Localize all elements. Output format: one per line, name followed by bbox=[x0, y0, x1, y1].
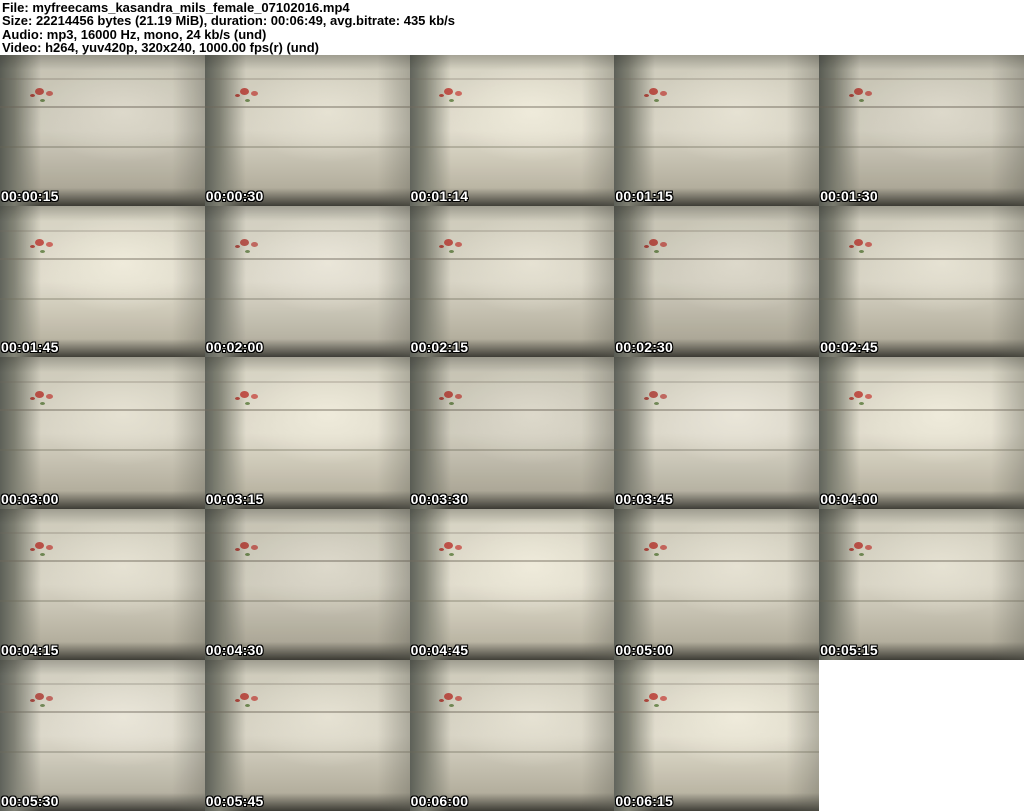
video-thumbnail: 00:02:00 bbox=[204, 206, 410, 358]
timestamp-label: 00:02:45 bbox=[820, 339, 878, 356]
timestamp-label: 00:02:00 bbox=[205, 339, 264, 356]
video-thumbnail: 00:05:00 bbox=[614, 508, 820, 660]
thumbnail-placeholder bbox=[819, 508, 1024, 660]
thumbnail-placeholder bbox=[0, 206, 205, 358]
thumbnail-placeholder bbox=[819, 55, 1024, 207]
timestamp-label: 00:00:15 bbox=[1, 188, 59, 205]
video-thumbnail: 00:04:45 bbox=[409, 508, 615, 660]
audio-info-line: Audio: mp3, 16000 Hz, mono, 24 kb/s (und… bbox=[2, 26, 267, 42]
thumbnail-placeholder bbox=[409, 508, 615, 660]
timestamp-label: 00:04:00 bbox=[820, 490, 878, 507]
timestamp-label: 00:05:30 bbox=[1, 792, 59, 809]
timestamp-label: 00:05:45 bbox=[205, 792, 264, 809]
file-metadata-header: File: myfreecams_kasandra_mils_female_07… bbox=[0, 0, 1024, 55]
video-thumbnail: 00:06:00 bbox=[409, 659, 615, 811]
thumbnail-placeholder bbox=[0, 357, 205, 509]
timestamp-label: 00:01:15 bbox=[615, 188, 674, 205]
thumbnail-placeholder bbox=[614, 206, 820, 358]
video-thumbnail: 00:02:15 bbox=[409, 206, 615, 358]
video-thumbnail: 00:00:30 bbox=[204, 55, 410, 207]
timestamp-label: 00:01:45 bbox=[1, 339, 59, 356]
timestamp-label: 00:03:30 bbox=[410, 490, 469, 507]
thumbnail-placeholder bbox=[204, 206, 410, 358]
thumbnail-placeholder bbox=[614, 357, 820, 509]
video-info-line: Video: h264, yuv420p, 320x240, 1000.00 f… bbox=[2, 40, 319, 56]
timestamp-label: 00:02:15 bbox=[410, 339, 469, 356]
thumbnail-placeholder bbox=[204, 659, 410, 811]
thumbnail-placeholder bbox=[614, 55, 820, 207]
video-thumbnail: 00:04:30 bbox=[204, 508, 410, 660]
thumbnail-grid: 00:00:15 00:00:30 00:01:14 00:01:15 00:01:30… bbox=[0, 55, 1024, 811]
video-thumbnail: 00:05:45 bbox=[204, 659, 410, 811]
timestamp-label: 00:03:15 bbox=[205, 490, 264, 507]
thumbnail-placeholder bbox=[204, 55, 410, 207]
video-thumbnail: 00:04:00 bbox=[819, 357, 1024, 509]
thumbnail-placeholder bbox=[409, 55, 615, 207]
video-thumbnail: 00:03:00 bbox=[0, 357, 205, 509]
timestamp-label: 00:04:30 bbox=[205, 641, 264, 658]
timestamp-label: 00:00:30 bbox=[205, 188, 264, 205]
video-thumbnail: 00:01:45 bbox=[0, 206, 205, 358]
timestamp-label: 00:04:15 bbox=[1, 641, 59, 658]
video-thumbnail: 00:05:30 bbox=[0, 659, 205, 811]
thumbnail-placeholder bbox=[409, 659, 615, 811]
timestamp-label: 00:01:30 bbox=[820, 188, 878, 205]
video-thumbnail: 00:03:15 bbox=[204, 357, 410, 509]
video-thumbnail: 00:04:15 bbox=[0, 508, 205, 660]
thumbnail-placeholder bbox=[614, 659, 820, 811]
thumbnail-placeholder bbox=[0, 55, 205, 207]
thumbnail-placeholder bbox=[0, 659, 205, 811]
file-name-line: File: myfreecams_kasandra_mils_female_07… bbox=[2, 0, 350, 15]
thumbnail-placeholder bbox=[819, 357, 1024, 509]
video-thumbnail: 00:02:45 bbox=[819, 206, 1024, 358]
thumbnail-placeholder bbox=[204, 508, 410, 660]
video-thumbnail: 00:03:30 bbox=[409, 357, 615, 509]
video-thumbnail: 00:03:45 bbox=[614, 357, 820, 509]
timestamp-label: 00:03:00 bbox=[1, 490, 59, 507]
thumbnail-placeholder bbox=[614, 508, 820, 660]
video-thumbnail: 00:01:30 bbox=[819, 55, 1024, 207]
timestamp-label: 00:01:14 bbox=[410, 188, 469, 205]
video-thumbnail: 00:00:15 bbox=[0, 55, 205, 207]
thumbnail-placeholder bbox=[409, 206, 615, 358]
file-size-line: Size: 22214456 bytes (21.19 MiB), durati… bbox=[2, 13, 456, 29]
timestamp-label: 00:02:30 bbox=[615, 339, 674, 356]
thumbnail-placeholder bbox=[819, 206, 1024, 358]
timestamp-label: 00:04:45 bbox=[410, 641, 469, 658]
thumbnail-placeholder bbox=[0, 508, 205, 660]
timestamp-label: 00:05:15 bbox=[820, 641, 878, 658]
video-thumbnail: 00:02:30 bbox=[614, 206, 820, 358]
thumbnail-placeholder bbox=[204, 357, 410, 509]
timestamp-label: 00:06:15 bbox=[615, 792, 674, 809]
timestamp-label: 00:06:00 bbox=[410, 792, 469, 809]
video-thumbnail: 00:06:15 bbox=[614, 659, 820, 811]
timestamp-label: 00:03:45 bbox=[615, 490, 674, 507]
thumbnail-placeholder bbox=[409, 357, 615, 509]
timestamp-label: 00:05:00 bbox=[615, 641, 674, 658]
video-thumbnail: 00:01:15 bbox=[614, 55, 820, 207]
video-thumbnail: 00:05:15 bbox=[819, 508, 1024, 660]
video-thumbnail: 00:01:14 bbox=[409, 55, 615, 207]
